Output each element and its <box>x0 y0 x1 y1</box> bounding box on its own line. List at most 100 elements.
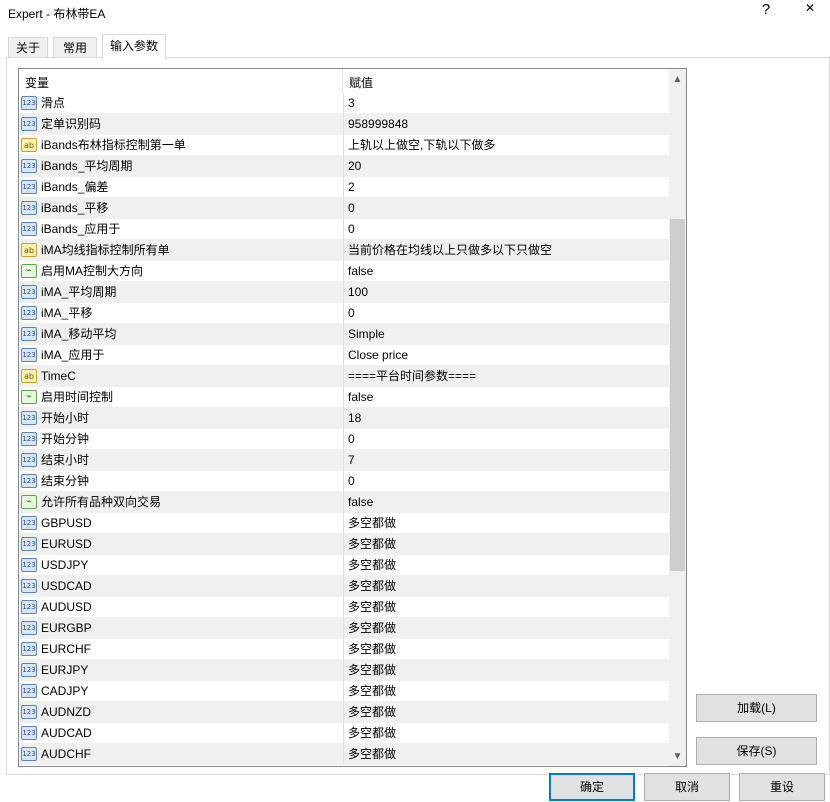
table-row[interactable]: 123 USDJPY 多空都做 <box>19 555 669 576</box>
tab-inputs[interactable]: 输入参数 <box>102 34 166 59</box>
parameter-value[interactable]: ====平台时间参数==== <box>343 366 669 387</box>
parameter-value[interactable]: 多空都做 <box>343 702 669 723</box>
parameter-value[interactable]: 多空都做 <box>343 576 669 597</box>
table-row[interactable]: 123 开始小时 18 <box>19 408 669 429</box>
parameter-name: iBands_平移 <box>41 201 109 215</box>
table-row[interactable]: 123 EURJPY 多空都做 <box>19 660 669 681</box>
parameter-value[interactable]: Simple <box>343 324 669 345</box>
save-button[interactable]: 保存(S) <box>696 737 817 765</box>
table-row[interactable]: 123 iBands_偏差 2 <box>19 177 669 198</box>
parameter-value[interactable]: 100 <box>343 282 669 303</box>
table-row[interactable]: 123 AUDNZD 多空都做 <box>19 702 669 723</box>
load-button[interactable]: 加载(L) <box>696 694 817 722</box>
table-row[interactable]: 123 GBPUSD 多空都做 <box>19 513 669 534</box>
table-row[interactable]: 123 CADJPY 多空都做 <box>19 681 669 702</box>
table-row[interactable]: ab iBands布林指标控制第一单 上轨以上做空,下轨以下做多 <box>19 135 669 156</box>
scroll-down-icon[interactable]: ▼ <box>669 748 686 765</box>
table-row[interactable]: 123 AUDUSD 多空都做 <box>19 597 669 618</box>
parameter-value[interactable]: 3 <box>343 93 669 114</box>
parameter-value[interactable]: 多空都做 <box>343 660 669 681</box>
column-separator[interactable] <box>342 69 343 93</box>
parameter-name: GBPUSD <box>41 516 92 530</box>
scroll-thumb[interactable] <box>670 219 685 571</box>
table-row[interactable]: 123 结束分钟 0 <box>19 471 669 492</box>
table-row[interactable]: 123 EURCHF 多空都做 <box>19 639 669 660</box>
column-header-variable[interactable]: 变量 <box>25 74 49 91</box>
parameter-value[interactable]: 0 <box>343 219 669 240</box>
table-row[interactable]: 123 结束小时 7 <box>19 450 669 471</box>
table-row[interactable]: 123 USDCAD 多空都做 <box>19 576 669 597</box>
parameter-value[interactable]: 0 <box>343 471 669 492</box>
parameter-value[interactable]: false <box>343 261 669 282</box>
parameter-name: EURJPY <box>41 663 89 677</box>
reset-button[interactable]: 重设 <box>739 773 825 801</box>
table-row[interactable]: ⌁ 启用MA控制大方向 false <box>19 261 669 282</box>
parameter-name: 滑点 <box>41 96 66 110</box>
parameter-value[interactable]: 多空都做 <box>343 513 669 534</box>
close-button[interactable]: ✕ <box>798 1 822 23</box>
table-row[interactable]: 123 iMA_应用于 Close price <box>19 345 669 366</box>
table-row[interactable]: ⌁ 允许所有品种双向交易 false <box>19 492 669 513</box>
parameter-name: 结束小时 <box>41 453 90 467</box>
table-row[interactable]: 123 定单识别码 958999848 <box>19 114 669 135</box>
table-row[interactable]: 123 EURUSD 多空都做 <box>19 534 669 555</box>
parameter-value[interactable]: 20 <box>343 156 669 177</box>
column-header-value[interactable]: 赋值 <box>349 74 373 91</box>
table-row[interactable]: 123 iBands_平移 0 <box>19 198 669 219</box>
table-row[interactable]: ⌁ 启用时间控制 false <box>19 387 669 408</box>
table-row[interactable]: 123 EURGBP 多空都做 <box>19 618 669 639</box>
grid-header: 变量 赋值 <box>19 69 669 93</box>
parameter-name: iMA_移动平均 <box>41 327 117 341</box>
parameter-value[interactable]: Close price <box>343 345 669 366</box>
table-row[interactable]: 123 iBands_应用于 0 <box>19 219 669 240</box>
tab-common[interactable]: 常用 <box>53 37 97 58</box>
table-row[interactable]: 123 AUDCHF 多空都做 <box>19 744 669 765</box>
cancel-button[interactable]: 取消 <box>644 773 730 801</box>
table-row[interactable]: ab TimeC ====平台时间参数==== <box>19 366 669 387</box>
parameter-value[interactable]: 多空都做 <box>343 555 669 576</box>
parameter-value[interactable]: 多空都做 <box>343 639 669 660</box>
ok-button[interactable]: 确定 <box>549 773 635 801</box>
parameter-value[interactable]: 7 <box>343 450 669 471</box>
parameter-value[interactable]: 0 <box>343 303 669 324</box>
parameter-value[interactable]: 2 <box>343 177 669 198</box>
parameter-value[interactable]: 多空都做 <box>343 723 669 744</box>
parameter-value[interactable]: 0 <box>343 429 669 450</box>
parameter-value[interactable]: 18 <box>343 408 669 429</box>
table-row[interactable]: ab iMA均线指标控制所有单 当前价格在均线以上只做多以下只做空 <box>19 240 669 261</box>
parameter-value[interactable]: 多空都做 <box>343 744 669 765</box>
parameter-name: AUDCHF <box>41 747 91 761</box>
parameter-name: EURUSD <box>41 537 92 551</box>
tab-about[interactable]: 关于 <box>8 37 48 58</box>
scroll-up-icon[interactable]: ▲ <box>669 71 686 88</box>
parameter-value[interactable]: 多空都做 <box>343 618 669 639</box>
table-row[interactable]: 123 iMA_平均周期 100 <box>19 282 669 303</box>
table-row[interactable]: 123 AUDCAD 多空都做 <box>19 723 669 744</box>
parameter-value[interactable]: 多空都做 <box>343 681 669 702</box>
parameter-name: CADJPY <box>41 684 89 698</box>
parameter-name: 开始分钟 <box>41 432 90 446</box>
parameter-value[interactable]: 0 <box>343 198 669 219</box>
parameter-value[interactable]: 当前价格在均线以上只做多以下只做空 <box>343 240 669 261</box>
parameter-name: iBands_偏差 <box>41 180 109 194</box>
table-row[interactable]: 123 开始分钟 0 <box>19 429 669 450</box>
parameter-value[interactable]: false <box>343 387 669 408</box>
help-button[interactable]: ? <box>756 1 776 23</box>
parameter-value[interactable]: 上轨以上做空,下轨以下做多 <box>343 135 669 156</box>
table-row[interactable]: 123 iBands_平均周期 20 <box>19 156 669 177</box>
parameter-value[interactable]: 958999848 <box>343 114 669 135</box>
parameter-name: 结束分钟 <box>41 474 90 488</box>
parameter-name: iBands_应用于 <box>41 222 121 236</box>
parameter-rows: 123 滑点 3 123 定单识别码 958999848 ab iBands布林指标控制第一单… <box>19 93 669 765</box>
table-row[interactable]: 123 iMA_平移 0 <box>19 303 669 324</box>
parameter-value[interactable]: false <box>343 492 669 513</box>
parameter-name: 开始小时 <box>41 411 90 425</box>
parameter-value[interactable]: 多空都做 <box>343 534 669 555</box>
vertical-scrollbar[interactable]: ▲ ▼ <box>669 69 686 766</box>
parameter-name: 定单识别码 <box>41 117 102 131</box>
parameter-name: USDJPY <box>41 558 89 572</box>
table-row[interactable]: 123 iMA_移动平均 Simple <box>19 324 669 345</box>
table-row[interactable]: 123 滑点 3 <box>19 93 669 114</box>
parameter-value[interactable]: 多空都做 <box>343 597 669 618</box>
parameter-name: AUDNZD <box>41 705 91 719</box>
